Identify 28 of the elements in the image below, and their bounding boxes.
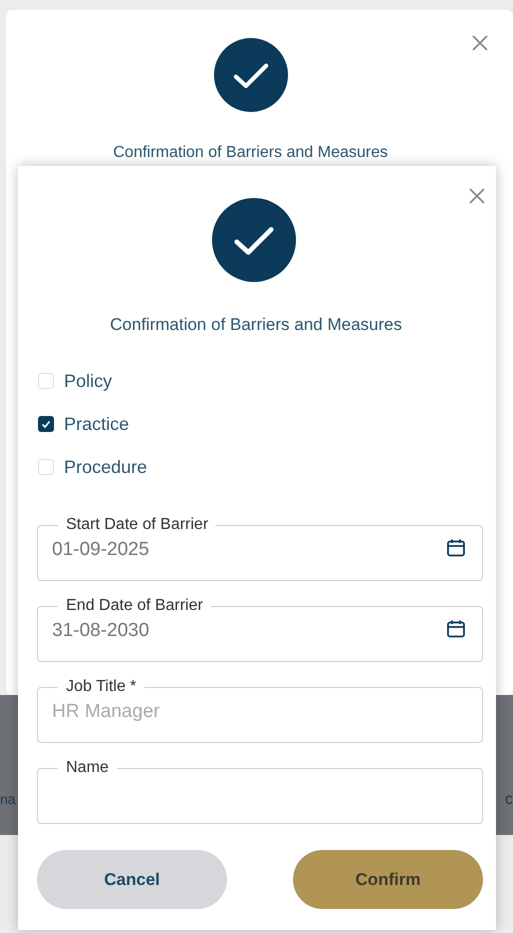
dialog-title: Confirmation of Barriers and Measures [110,315,402,335]
footer-text: na [0,791,16,807]
calendar-icon[interactable] [446,619,466,639]
checkbox-label[interactable]: Procedure [64,456,148,478]
dialog-title: Confirmation of Barriers and Measures [113,144,388,162]
field-label: Job Title * [65,679,138,695]
checkbox-label[interactable]: Policy [64,370,112,392]
field-label: End Date of Barrier [65,598,204,614]
check-circle-icon [212,198,296,282]
footer-text: c [505,791,513,809]
input-text[interactable]: HR Manager [52,701,482,723]
checkbox[interactable] [38,416,54,432]
input-text[interactable]: 31-08-2030 [52,620,446,642]
check-icon [40,418,52,430]
field-label: Name [65,760,110,776]
close-button[interactable] [468,187,486,205]
input-field[interactable]: Job Title * HR Manager [37,679,483,743]
cancel-button[interactable]: Cancel [37,850,227,909]
check-circle-icon [214,38,288,112]
close-icon [471,34,489,52]
input-field[interactable]: Name [37,760,483,824]
calendar-icon[interactable] [446,538,466,558]
checkbox-label[interactable]: Practice [64,414,130,434]
input-text[interactable]: 01-09-2025 [52,539,446,561]
field-label: Start Date of Barrier [65,517,210,533]
input-field[interactable]: Start Date of Barrier 01-09-2025 [37,517,483,581]
input-field[interactable]: End Date of Barrier 31-08-2030 [37,598,483,662]
confirm-button[interactable]: Confirm [293,850,483,909]
